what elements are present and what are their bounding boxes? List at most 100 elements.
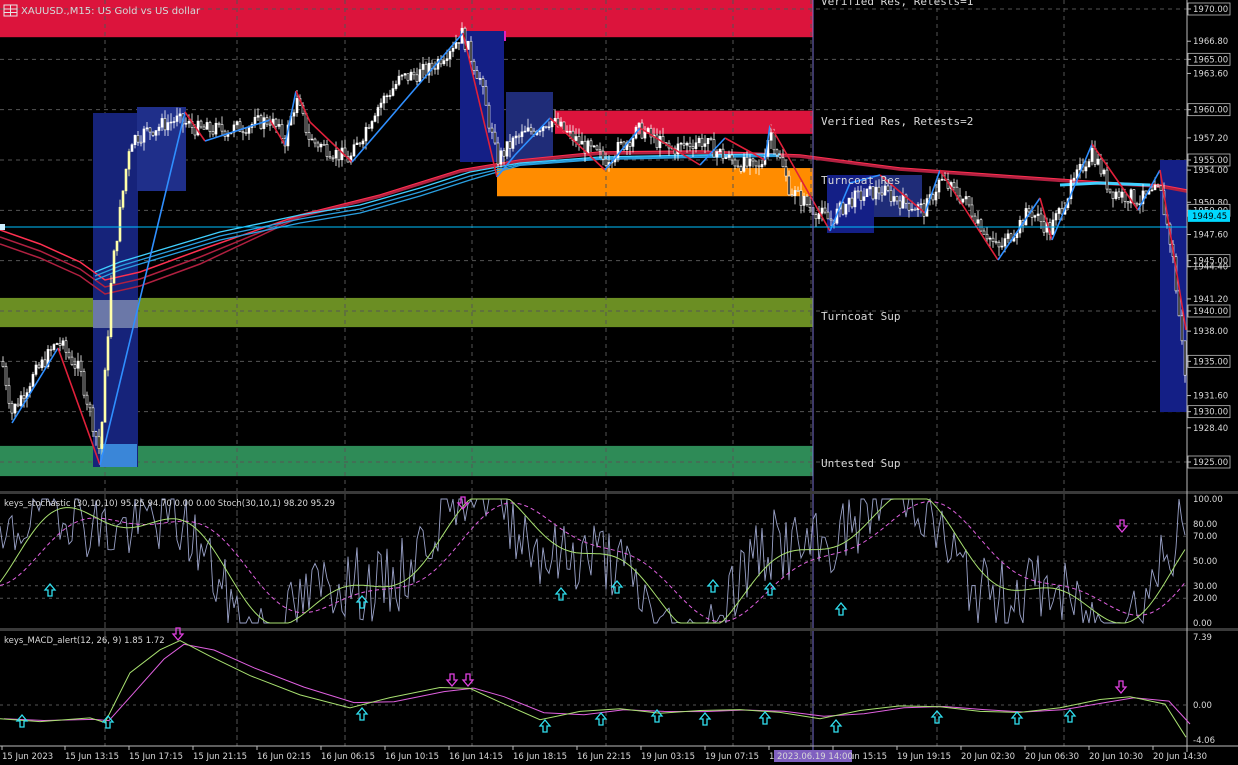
candle-body: [1006, 233, 1010, 239]
candle-body: [175, 115, 179, 122]
candle-body: [361, 140, 365, 145]
price-chart[interactable]: Verified Res, Retests=1 Verified Res, Ret…: [0, 0, 1238, 765]
candle-body: [214, 122, 218, 135]
time-label: 15 Jun 2023: [2, 752, 53, 762]
time-label: 16 Jun 22:15: [577, 752, 631, 762]
candle-body: [880, 192, 884, 196]
crosshair-time-label: 2023.06.19 14:00: [777, 752, 853, 762]
candle-body: [586, 140, 590, 154]
candle-body: [748, 158, 752, 167]
candle-body: [325, 144, 329, 157]
candle-body: [85, 394, 89, 405]
candle-body: [499, 150, 503, 165]
time-label: 16 Jun 06:15: [321, 752, 375, 762]
candle-body: [991, 237, 995, 242]
candle-body: [280, 124, 284, 139]
candle-body: [52, 344, 56, 350]
candle-body: [697, 137, 701, 144]
candle-body: [988, 237, 992, 240]
candle-body: [679, 142, 683, 145]
candle-body: [1072, 177, 1076, 181]
candle-body: [43, 359, 47, 367]
candle-body: [472, 60, 476, 71]
candle-body: [184, 122, 188, 125]
candle-body: [277, 124, 281, 127]
zone-label: Turncoat Sup: [821, 310, 900, 323]
candle-body: [940, 178, 944, 181]
candle-body: [421, 63, 425, 70]
candle-body: [379, 102, 383, 108]
candle-body: [688, 142, 692, 147]
candle-body: [529, 127, 533, 132]
candle-body: [757, 165, 761, 168]
candle-body: [217, 122, 221, 125]
candle-body: [442, 60, 446, 65]
price-label: 1965.00: [1193, 55, 1228, 65]
candle-body: [577, 136, 581, 145]
candle-body: [487, 104, 491, 129]
time-label: 15 Jun 21:15: [193, 752, 247, 762]
candle-body: [67, 351, 71, 358]
candle-body: [865, 188, 869, 198]
candle-body: [1180, 315, 1184, 342]
candle-body: [604, 158, 608, 166]
candle-body: [775, 149, 779, 156]
candle-body: [850, 197, 854, 208]
candle-body: [106, 336, 110, 371]
candle-body: [403, 73, 407, 76]
candle-body: [13, 403, 17, 414]
candle-body: [520, 131, 524, 137]
candle-body: [733, 159, 737, 167]
candle-body: [964, 196, 968, 200]
candle-body: [862, 196, 866, 201]
candle-body: [97, 436, 101, 449]
candle-body: [64, 340, 68, 353]
candle-body: [826, 211, 830, 220]
candle-body: [244, 132, 248, 134]
candle-body: [1108, 188, 1112, 193]
candle-body: [295, 98, 299, 113]
candle-body: [892, 196, 896, 202]
candle-body: [847, 197, 851, 205]
candle-body: [166, 122, 170, 131]
stochastic-title: keys_stochastic (30,10,10) 95.25 94.70 0…: [4, 499, 335, 509]
candle-body: [424, 63, 428, 76]
panel-separator[interactable]: [0, 628, 1238, 631]
price-label: 1938.00: [1193, 327, 1228, 337]
candle-body: [211, 131, 215, 135]
symbol-title: XAUUSD.,M15: US Gold vs US dollar: [21, 6, 201, 17]
candle-body: [970, 204, 974, 217]
price-line-handle[interactable]: [0, 224, 5, 230]
price-label: 1970.00: [1193, 5, 1228, 15]
panel-separator[interactable]: [0, 491, 1238, 494]
candle-body: [121, 190, 125, 208]
candle-body: [40, 359, 44, 369]
candle-body: [172, 121, 176, 123]
candle-body: [148, 127, 152, 133]
time-label: 16 Jun 02:15: [257, 752, 311, 762]
candle-body: [883, 185, 887, 196]
candle-body: [856, 190, 860, 193]
candle-body: [1126, 201, 1130, 204]
candle-body: [1078, 163, 1082, 171]
candle-body: [655, 134, 659, 148]
stoch-level-label: 0.00: [1193, 619, 1212, 629]
price-label: 1947.60: [1193, 230, 1228, 240]
highlight-box: [93, 300, 138, 328]
candle-body: [619, 141, 623, 144]
candle-body: [493, 131, 497, 144]
candle-body: [445, 58, 449, 61]
candle-body: [262, 117, 266, 129]
candle-body: [907, 202, 911, 211]
stoch-level-label: 70.00: [1193, 532, 1217, 542]
time-label: 15 Jun 13:15: [65, 752, 119, 762]
candle-body: [772, 132, 776, 151]
candle-body: [502, 150, 506, 157]
candle-body: [55, 343, 59, 345]
candle-body: [19, 395, 23, 407]
candle-body: [799, 190, 803, 206]
candle-body: [34, 364, 38, 375]
candle-body: [781, 157, 785, 168]
macd-title: keys_MACD_alert(12, 26, 9) 1.85 1.72: [4, 636, 165, 646]
candle-body: [505, 141, 509, 157]
